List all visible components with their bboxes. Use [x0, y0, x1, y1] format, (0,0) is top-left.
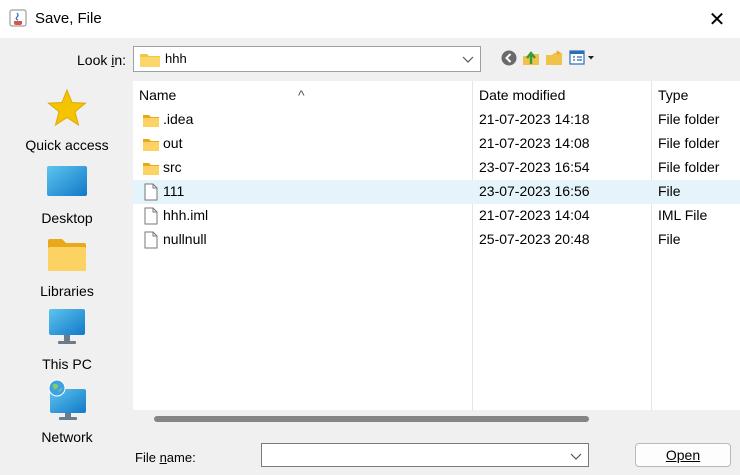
file-type: File folder — [658, 159, 720, 175]
look-in-combobox[interactable]: hhh — [133, 46, 481, 72]
table-row-selected[interactable]: 111 23-07-2023 16:56 File — [133, 180, 740, 204]
file-icon — [144, 207, 158, 225]
close-icon: ✕ — [708, 8, 726, 31]
chevron-down-icon[interactable] — [462, 54, 474, 64]
file-date: 23-07-2023 16:56 — [479, 183, 590, 199]
file-name: out — [163, 135, 183, 151]
file-name: hhh.iml — [163, 207, 209, 223]
table-row[interactable]: nullnull 25-07-2023 20:48 File — [133, 228, 740, 252]
column-header-date[interactable]: Date modified — [479, 87, 565, 103]
sidebar-item-label: Quick access — [25, 137, 109, 153]
chevron-down-icon[interactable] — [570, 451, 582, 461]
look-in-label: Look in: — [77, 52, 127, 68]
star-icon — [47, 88, 87, 127]
scrollbar-thumb[interactable] — [154, 416, 589, 422]
file-name-input[interactable] — [266, 445, 570, 467]
file-type: IML File — [658, 207, 708, 223]
open-button-label: Open — [665, 447, 701, 463]
file-date: 21-07-2023 14:08 — [479, 135, 590, 151]
libraries-icon — [48, 239, 86, 271]
column-header-type[interactable]: Type — [658, 87, 688, 103]
file-name: src — [163, 159, 182, 175]
sort-ascending-icon: ^ — [298, 87, 305, 103]
folder-icon — [143, 115, 159, 127]
sidebar-item-network[interactable]: Network — [8, 379, 126, 449]
file-name: 111 — [163, 183, 185, 199]
sidebar-item-label: Libraries — [40, 283, 94, 299]
places-sidebar: Quick access Desktop Libraries This PC N… — [8, 80, 126, 450]
folder-icon — [143, 163, 159, 175]
file-date: 21-07-2023 14:18 — [479, 111, 590, 127]
file-date: 25-07-2023 20:48 — [479, 231, 590, 247]
file-name-label: File name: — [135, 450, 196, 465]
sidebar-item-quick-access[interactable]: Quick access — [8, 87, 126, 157]
file-icon — [144, 183, 158, 201]
file-date: 21-07-2023 14:04 — [479, 207, 590, 223]
file-name: nullnull — [163, 231, 207, 247]
file-type: File — [658, 231, 681, 247]
sidebar-item-libraries[interactable]: Libraries — [8, 233, 126, 303]
table-row[interactable]: hhh.iml 21-07-2023 14:04 IML File — [133, 204, 740, 228]
sidebar-item-desktop[interactable]: Desktop — [8, 160, 126, 230]
open-button[interactable]: Open — [635, 443, 731, 467]
look-in-value: hhh — [165, 51, 187, 66]
column-header-row: Name ^ Date modified Type — [133, 81, 740, 410]
sidebar-item-label: Desktop — [41, 210, 93, 226]
folder-icon — [143, 139, 159, 151]
view-menu-icon[interactable] — [569, 49, 597, 67]
new-folder-icon[interactable] — [545, 49, 563, 67]
close-button[interactable]: ✕ — [694, 0, 740, 38]
sidebar-item-label: This PC — [42, 356, 92, 372]
file-type: File folder — [658, 111, 720, 127]
file-type: File — [658, 183, 681, 199]
sidebar-item-label: Network — [41, 429, 93, 445]
file-icon — [144, 231, 158, 249]
this-pc-icon — [49, 309, 85, 344]
file-name-combobox[interactable] — [261, 443, 589, 467]
back-icon[interactable] — [500, 49, 518, 67]
table-row[interactable]: src 23-07-2023 16:54 File folder — [133, 156, 740, 180]
title-bar: Save, File ✕ — [0, 0, 740, 38]
network-icon — [48, 379, 86, 420]
file-list[interactable]: Name ^ Date modified Type .idea 21-07-20… — [133, 81, 740, 410]
up-one-level-icon[interactable] — [522, 49, 540, 67]
java-app-icon — [9, 9, 27, 27]
folder-icon — [140, 54, 160, 67]
window-title: Save, File — [35, 10, 102, 27]
table-row[interactable]: out 21-07-2023 14:08 File folder — [133, 132, 740, 156]
file-date: 23-07-2023 16:54 — [479, 159, 590, 175]
table-row[interactable]: .idea 21-07-2023 14:18 File folder — [133, 108, 740, 132]
file-type: File folder — [658, 135, 720, 151]
file-name: .idea — [163, 111, 194, 127]
desktop-icon — [47, 166, 87, 196]
sidebar-item-this-pc[interactable]: This PC — [8, 306, 126, 376]
column-header-name[interactable]: Name — [139, 87, 176, 103]
